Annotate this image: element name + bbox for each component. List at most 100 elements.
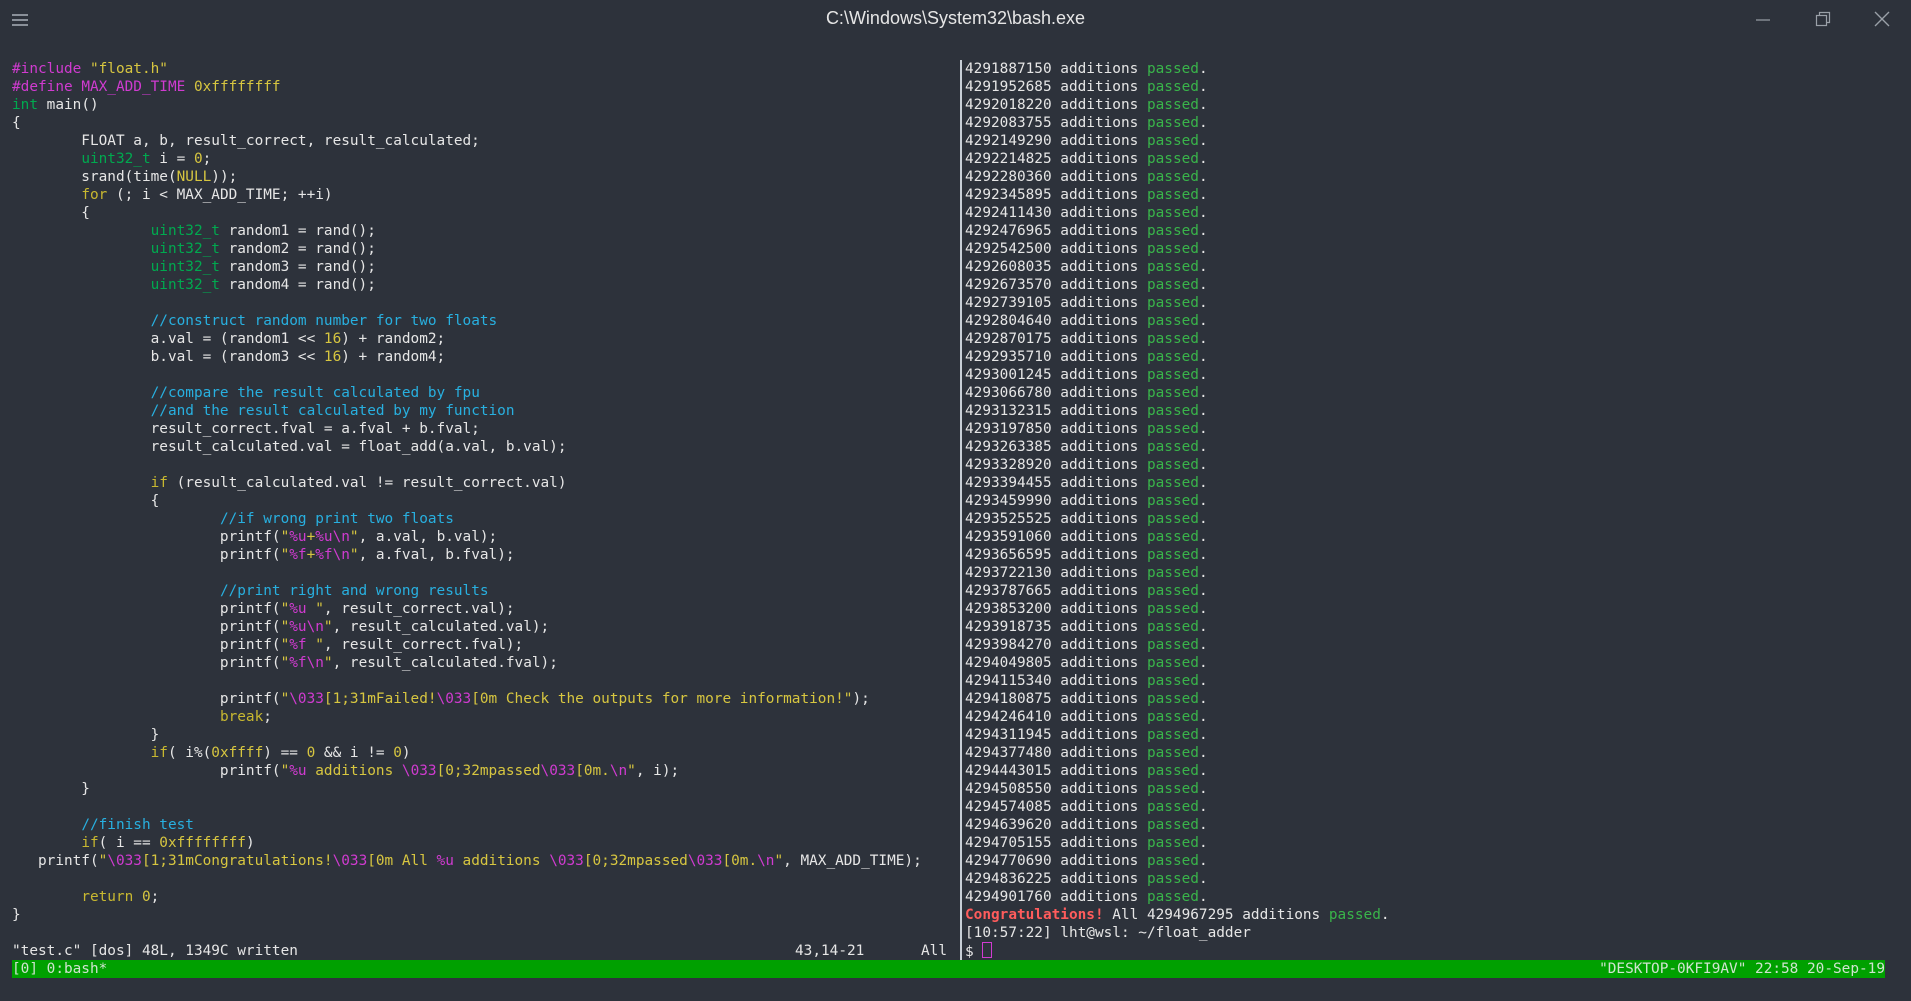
vim-editor-pane[interactable]: #include "float.h" #define MAX_ADD_TIME 0…: [12, 60, 922, 924]
code-line: a.val = (random1 << 16) + random2;: [12, 330, 922, 348]
terminal-area[interactable]: #include "float.h" #define MAX_ADD_TIME 0…: [0, 40, 1911, 1001]
code-token: \n: [332, 529, 350, 545]
code-token: 0: [193, 151, 203, 167]
code-token: #define: [12, 79, 82, 95]
code-token: && i !=: [315, 745, 394, 761]
pane-divider[interactable]: [960, 60, 962, 969]
code-token: i =: [150, 151, 194, 167]
addition-count: 4293656595: [965, 547, 1052, 563]
period-text: .: [1198, 277, 1208, 293]
additions-text: additions: [1051, 817, 1147, 833]
addition-count: 4293459990: [965, 493, 1052, 509]
close-button[interactable]: [1868, 6, 1896, 32]
code-token: //compare the result calculated by fpu: [150, 385, 480, 401]
code-line: if( i == 0xffffffff): [12, 834, 922, 852]
code-token: ): [401, 745, 411, 761]
code-token: 16: [323, 349, 342, 365]
code-line: printf("%f+%f\n", a.fval, b.fval);: [12, 546, 922, 564]
period-text: .: [1198, 457, 1208, 473]
passed-text: passed: [1146, 115, 1199, 131]
code-token: \033: [332, 853, 368, 869]
passed-text: passed: [1146, 565, 1199, 581]
addition-count: 4294049805: [965, 655, 1052, 671]
code-token: ": [306, 637, 324, 653]
code-token: printf(: [12, 763, 281, 779]
addition-count: 4292739105: [965, 295, 1052, 311]
code-token: \033: [289, 691, 324, 707]
addition-count: 4293525525: [965, 511, 1052, 527]
output-line: 4292608035 additions passed.: [965, 258, 1390, 276]
code-token: \n: [306, 619, 324, 635]
code-token: printf(: [12, 619, 281, 635]
passed-text: passed: [1146, 439, 1199, 455]
code-line: uint32_t random1 = rand();: [12, 222, 922, 240]
passed-text: passed: [1146, 259, 1199, 275]
tmux-host-clock: "DESKTOP-0KFI9AV" 22:58 20-Sep-19: [1599, 961, 1885, 977]
passed-text: passed: [1146, 835, 1199, 851]
output-line: 4294049805 additions passed.: [965, 654, 1390, 672]
restore-button[interactable]: [1809, 6, 1837, 32]
code-token: uint32_t: [150, 259, 220, 275]
addition-count: 4292608035: [965, 259, 1052, 275]
code-token: "float.h": [89, 61, 168, 77]
code-token: //print right and wrong results: [219, 583, 489, 599]
code-token: b.val = (random3 <<: [12, 349, 324, 365]
passed-text: passed: [1146, 601, 1199, 617]
additions-text: additions: [1051, 655, 1147, 671]
output-line: 4292083755 additions passed.: [965, 114, 1390, 132]
period-text: .: [1198, 61, 1208, 77]
passed-text: passed: [1146, 637, 1199, 653]
code-token: 0: [306, 745, 316, 761]
code-token: ": [280, 763, 290, 779]
shell-output-pane[interactable]: 4291887150 additions passed. 4291952685 a…: [965, 60, 1390, 961]
code-token: uint32_t: [150, 223, 220, 239]
window-title: C:\Windows\System32\bash.exe: [825, 8, 1086, 28]
period-text: .: [1198, 349, 1208, 365]
passed-text: passed: [1328, 907, 1381, 923]
code-token: if: [81, 835, 99, 851]
addition-count: 4292870175: [965, 331, 1052, 347]
additions-text: additions: [1051, 511, 1147, 527]
period-text: .: [1198, 133, 1208, 149]
code-token: , result_correct.val);: [323, 601, 515, 617]
terminal-cursor[interactable]: [982, 942, 993, 958]
passed-text: passed: [1146, 205, 1199, 221]
additions-text: additions: [1051, 583, 1147, 599]
vim-file-status: "test.c" [dos] 48L, 1349C written: [12, 943, 298, 959]
period-text: .: [1198, 205, 1208, 221]
addition-count: 4291952685: [965, 79, 1052, 95]
tmux-window-list[interactable]: [0] 0:bash*: [12, 960, 107, 978]
output-line: 4292149290 additions passed.: [965, 132, 1390, 150]
code-line: }: [12, 726, 922, 744]
code-token: }: [12, 781, 90, 797]
addition-count: 4294311945: [965, 727, 1052, 743]
period-text: .: [1198, 583, 1208, 599]
additions-text: additions: [1051, 457, 1147, 473]
addition-count: 4293197850: [965, 421, 1052, 437]
code-line: {: [12, 492, 922, 510]
output-line: 4292673570 additions passed.: [965, 276, 1390, 294]
code-line: //compare the result calculated by fpu: [12, 384, 922, 402]
code-token: printf(: [12, 547, 281, 563]
output-line: 4293787665 additions passed.: [965, 582, 1390, 600]
code-line: {: [12, 204, 922, 222]
addition-count: 4293001245: [965, 367, 1052, 383]
code-line: result_calculated.val = float_add(a.val,…: [12, 438, 922, 456]
code-token: break: [219, 709, 264, 725]
period-text: .: [1198, 745, 1208, 761]
code-line: if (result_calculated.val != result_corr…: [12, 474, 922, 492]
minimize-button[interactable]: [1749, 6, 1777, 32]
output-line: 4292870175 additions passed.: [965, 330, 1390, 348]
code-token: printf(: [12, 637, 281, 653]
output-line: 4292935710 additions passed.: [965, 348, 1390, 366]
code-token: if: [150, 475, 168, 491]
code-token: %f: [315, 547, 333, 563]
code-token: random4 = rand();: [219, 277, 376, 293]
passed-text: passed: [1146, 691, 1199, 707]
output-line: 4292542500 additions passed.: [965, 240, 1390, 258]
passed-text: passed: [1146, 457, 1199, 473]
output-line: 4293328920 additions passed.: [965, 456, 1390, 474]
passed-text: passed: [1146, 763, 1199, 779]
